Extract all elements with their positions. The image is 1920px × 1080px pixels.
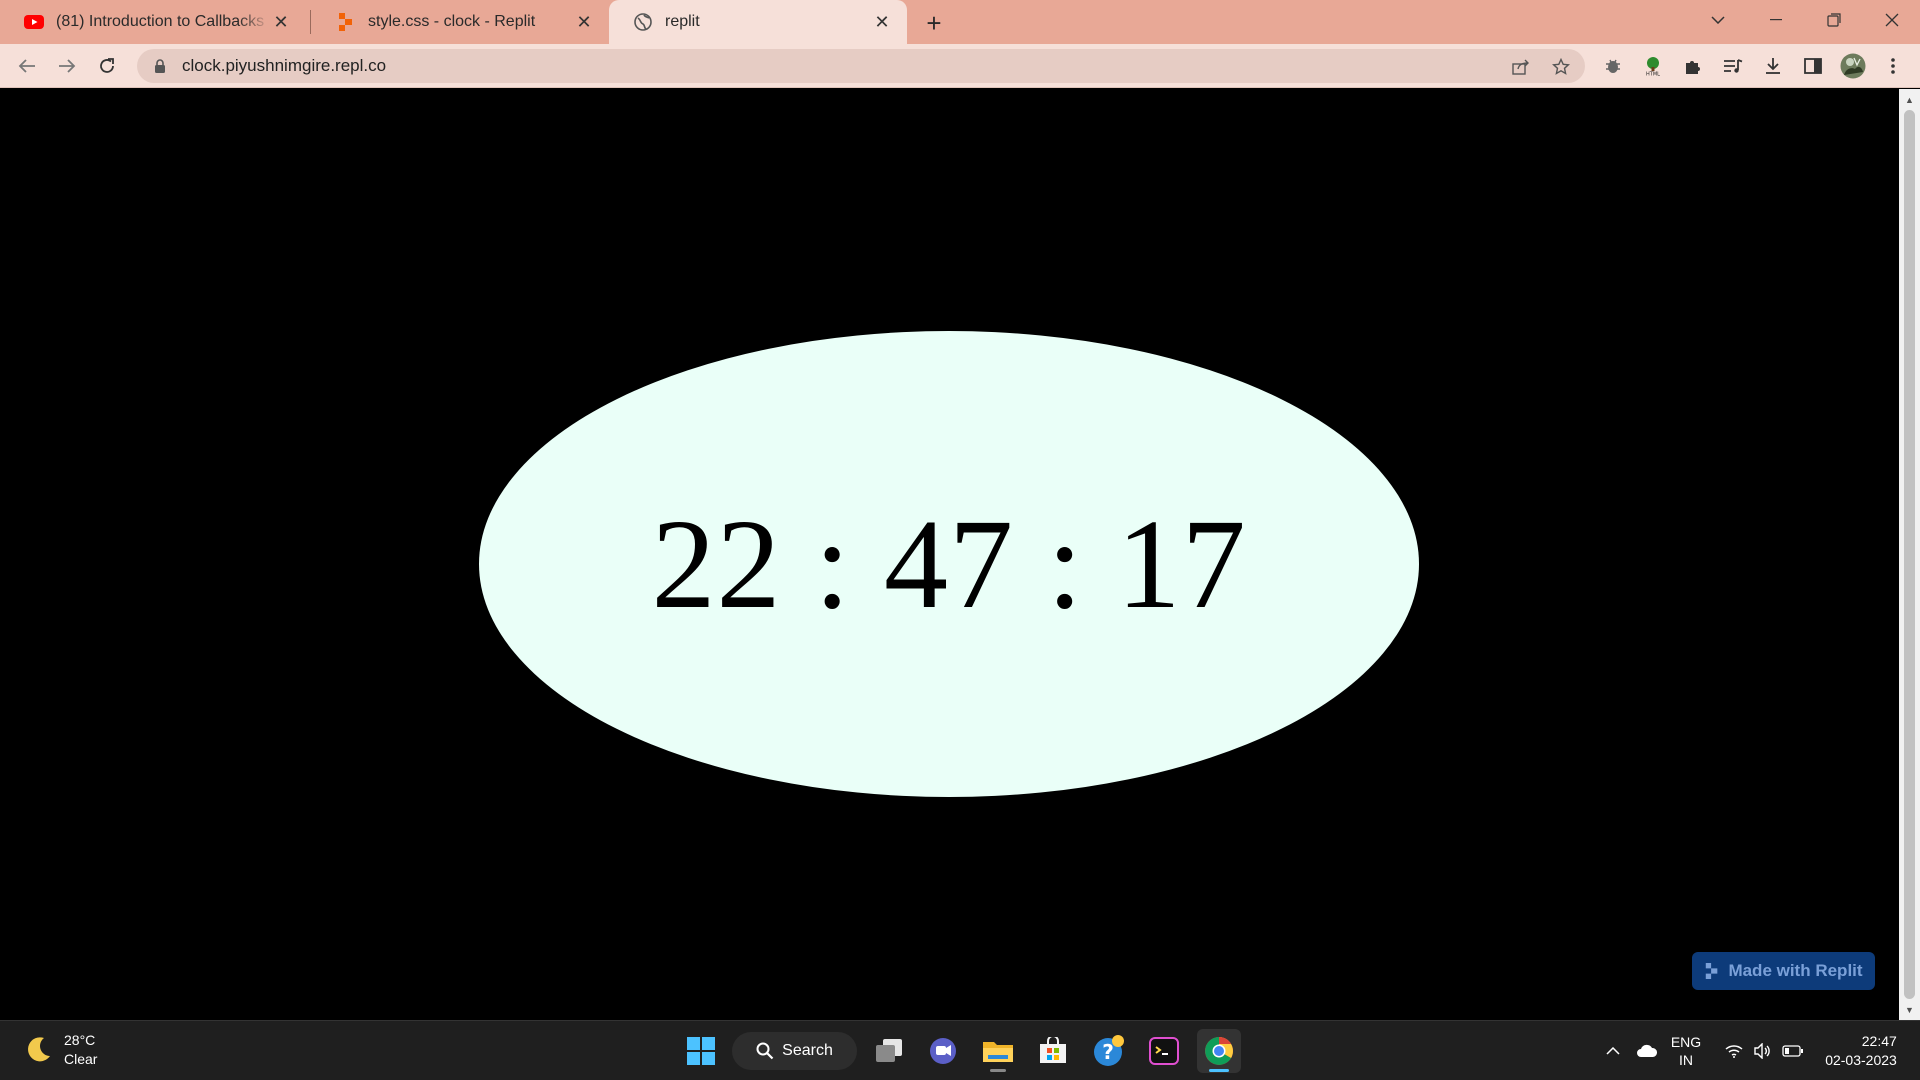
browser-toolbar: clock.piyushnimgire.repl.co HTML (0, 44, 1920, 88)
download-icon[interactable] (1759, 52, 1787, 80)
clock-separator: : (1047, 492, 1084, 635)
show-hidden-icons-chevron-icon[interactable] (1600, 1021, 1626, 1080)
share-icon[interactable] (1509, 55, 1533, 79)
start-button[interactable] (679, 1029, 723, 1073)
taskbar-clock[interactable]: 22:47 02-03-2023 (1818, 1021, 1904, 1080)
svg-text:HTML: HTML (1646, 72, 1660, 77)
get-help-icon[interactable]: ? (1087, 1029, 1131, 1073)
address-bar[interactable]: clock.piyushnimgire.repl.co (137, 49, 1585, 83)
battery-icon[interactable] (1778, 1021, 1808, 1080)
forward-button[interactable] (51, 50, 83, 82)
search-label: Search (782, 1042, 833, 1059)
svg-text:?: ? (1102, 1040, 1114, 1064)
side-panel-icon[interactable] (1799, 52, 1827, 80)
media-playlist-icon[interactable] (1719, 52, 1747, 80)
tab-youtube[interactable]: (81) Introduction to Callbacks | JavaScr… (0, 0, 306, 44)
back-button[interactable] (11, 50, 43, 82)
url-text: clock.piyushnimgire.repl.co (182, 56, 387, 75)
windows-taskbar: 28°C Clear Search ? ENG IN 22:47 02-03-2… (0, 1020, 1920, 1080)
clock-minutes: 47 (884, 492, 1014, 635)
taskbar-search-button[interactable]: Search (732, 1032, 857, 1070)
made-with-replit-badge[interactable]: Made with Replit (1692, 952, 1875, 990)
tab-title: style.css - clock - Replit (368, 13, 536, 30)
scroll-up-arrow-icon[interactable]: ▲ (1899, 91, 1920, 108)
weather-temperature: 28°C (64, 1032, 96, 1048)
lock-icon[interactable] (152, 58, 168, 74)
bookmark-star-icon[interactable] (1549, 55, 1573, 79)
clock-oval: 22 : 47 : 17 (479, 331, 1419, 797)
terminal-app-icon[interactable] (1142, 1029, 1186, 1073)
extensions-puzzle-icon[interactable] (1679, 52, 1707, 80)
vertical-scrollbar[interactable]: ▲ ▼ (1899, 89, 1920, 1020)
page-viewport: 22 : 47 : 17 Made with Replit (0, 89, 1899, 1020)
volume-icon[interactable] (1750, 1021, 1774, 1080)
windows-logo-icon (687, 1037, 715, 1065)
clock-separator: : (814, 492, 851, 635)
tab-strip: (81) Introduction to Callbacks | JavaScr… (0, 0, 1920, 44)
tab-search-chevron-icon[interactable] (1690, 0, 1746, 40)
running-indicator (990, 1069, 1006, 1072)
running-indicator (1209, 1069, 1229, 1072)
screen: (81) Introduction to Callbacks | JavaScr… (0, 0, 1920, 1080)
moon-icon (28, 1037, 50, 1062)
microsoft-store-icon[interactable] (1031, 1029, 1075, 1073)
file-explorer-icon[interactable] (976, 1029, 1020, 1073)
task-view-icon[interactable] (867, 1029, 911, 1073)
close-window-button[interactable] (1864, 0, 1920, 40)
menu-kebab-icon[interactable] (1879, 52, 1907, 80)
profile-avatar[interactable] (1839, 52, 1867, 80)
badge-label: Made with Replit (1728, 961, 1863, 980)
search-icon (756, 1042, 774, 1060)
chrome-taskbar-icon[interactable] (1197, 1029, 1241, 1073)
scroll-down-arrow-icon[interactable]: ▼ (1899, 1001, 1920, 1018)
minimize-button[interactable] (1748, 0, 1804, 40)
taskbar-date: 02-03-2023 (1825, 1052, 1897, 1068)
html-tree-extension-icon[interactable]: HTML (1639, 52, 1667, 80)
teams-chat-icon[interactable] (921, 1029, 965, 1073)
close-icon[interactable]: ✕ (270, 11, 292, 33)
onedrive-cloud-icon[interactable] (1632, 1021, 1662, 1080)
language-line1: ENG (1670, 1034, 1702, 1050)
restore-button[interactable] (1806, 0, 1862, 40)
bug-extension-icon[interactable] (1599, 52, 1627, 80)
taskbar-time: 22:47 (1861, 1033, 1897, 1049)
reload-button[interactable] (91, 50, 123, 82)
close-icon[interactable]: ✕ (871, 11, 893, 33)
close-icon[interactable]: ✕ (573, 11, 595, 33)
language-line2: IN (1679, 1052, 1693, 1068)
youtube-icon (24, 12, 44, 32)
wifi-icon[interactable] (1722, 1021, 1746, 1080)
language-indicator[interactable]: ENG IN (1666, 1021, 1706, 1080)
weather-condition: Clear (64, 1051, 98, 1067)
tab-separator (310, 10, 311, 34)
new-tab-button[interactable]: + (918, 7, 950, 39)
replit-logo-icon (1706, 963, 1718, 979)
replit-icon (336, 12, 356, 32)
weather-widget[interactable]: 28°C Clear (22, 1031, 97, 1069)
clock-seconds: 17 (1116, 492, 1247, 635)
tab-title: (81) Introduction to Callbacks | JavaScr… (56, 13, 270, 30)
scrollbar-thumb[interactable] (1904, 110, 1915, 999)
tab-replit-active[interactable]: replit ✕ (609, 0, 907, 44)
tab-replit-style[interactable]: style.css - clock - Replit ✕ (312, 0, 609, 44)
clock-display: 22 : 47 : 17 (651, 491, 1246, 638)
globe-icon (633, 12, 653, 32)
clock-hours: 22 (651, 492, 782, 635)
tab-title: replit (665, 13, 700, 30)
